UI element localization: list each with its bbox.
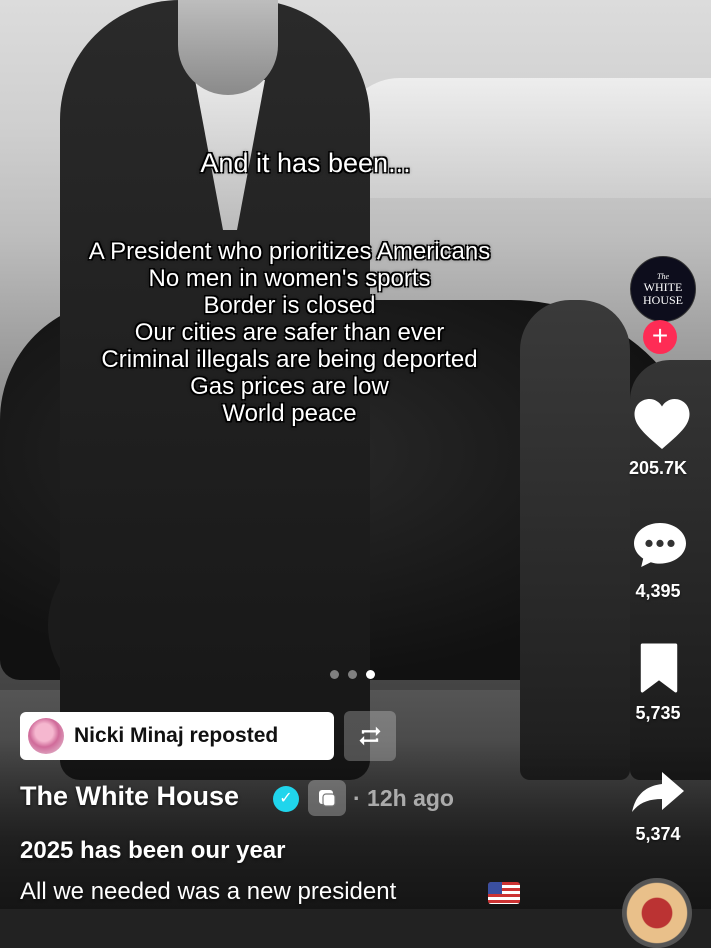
- avatar-logo-text: HOUSE: [642, 292, 683, 307]
- overlay-list: A President who prioritizes Americans No…: [0, 238, 645, 427]
- share-arrow-icon[interactable]: [630, 770, 686, 814]
- avatar-logo-text: WHITE: [643, 279, 683, 294]
- save-count: 5,735: [635, 703, 681, 723]
- overlay-line: Border is closed: [203, 292, 376, 319]
- share-count: 5,374: [635, 824, 681, 844]
- airplane-shape: [340, 78, 711, 198]
- overlay-line: Criminal illegals are being deported: [101, 346, 478, 373]
- carousel-indicator: [330, 670, 375, 679]
- reposter-avatar[interactable]: [28, 718, 64, 754]
- us-flag-emoji-icon: [488, 882, 520, 904]
- carousel-dot[interactable]: [348, 670, 357, 679]
- post-background-photo[interactable]: [0, 0, 711, 909]
- sticker-glyph-icon: [319, 790, 336, 807]
- overlay-headline: And it has been...: [200, 148, 411, 178]
- carousel-dot[interactable]: [330, 670, 339, 679]
- repost-icon: [359, 726, 381, 746]
- overlay-line: A President who prioritizes Americans: [88, 238, 491, 265]
- heart-icon[interactable]: [632, 396, 692, 452]
- comment-icon[interactable]: [632, 520, 688, 570]
- repost-sticker-icon[interactable]: [308, 780, 346, 816]
- post-time: · 12h ago: [353, 785, 454, 811]
- repost-label: Nicki Minaj reposted: [74, 724, 279, 747]
- overlay-line: No men in women's sports: [148, 265, 431, 292]
- repost-button[interactable]: [344, 711, 396, 761]
- music-disc-icon[interactable]: [622, 878, 692, 948]
- overlay-line: Gas prices are low: [190, 373, 389, 400]
- follow-plus-button[interactable]: +: [643, 320, 677, 354]
- carousel-dot-active[interactable]: [366, 670, 375, 679]
- overlay-line: Our cities are safer than ever: [134, 319, 445, 346]
- comment-count: 4,395: [635, 581, 681, 601]
- caption-title: 2025 has been our year: [20, 837, 286, 864]
- bookmark-icon[interactable]: [637, 643, 681, 693]
- like-count: 205.7K: [628, 458, 688, 478]
- caption-text[interactable]: All we needed was a new president: [20, 878, 396, 906]
- author-name[interactable]: The White House: [20, 781, 239, 812]
- verified-badge-icon: ✓: [273, 786, 299, 812]
- overlay-line: World peace: [222, 400, 357, 427]
- repost-chip[interactable]: Nicki Minaj reposted: [20, 712, 334, 760]
- account-avatar[interactable]: The WHITE HOUSE: [630, 256, 696, 322]
